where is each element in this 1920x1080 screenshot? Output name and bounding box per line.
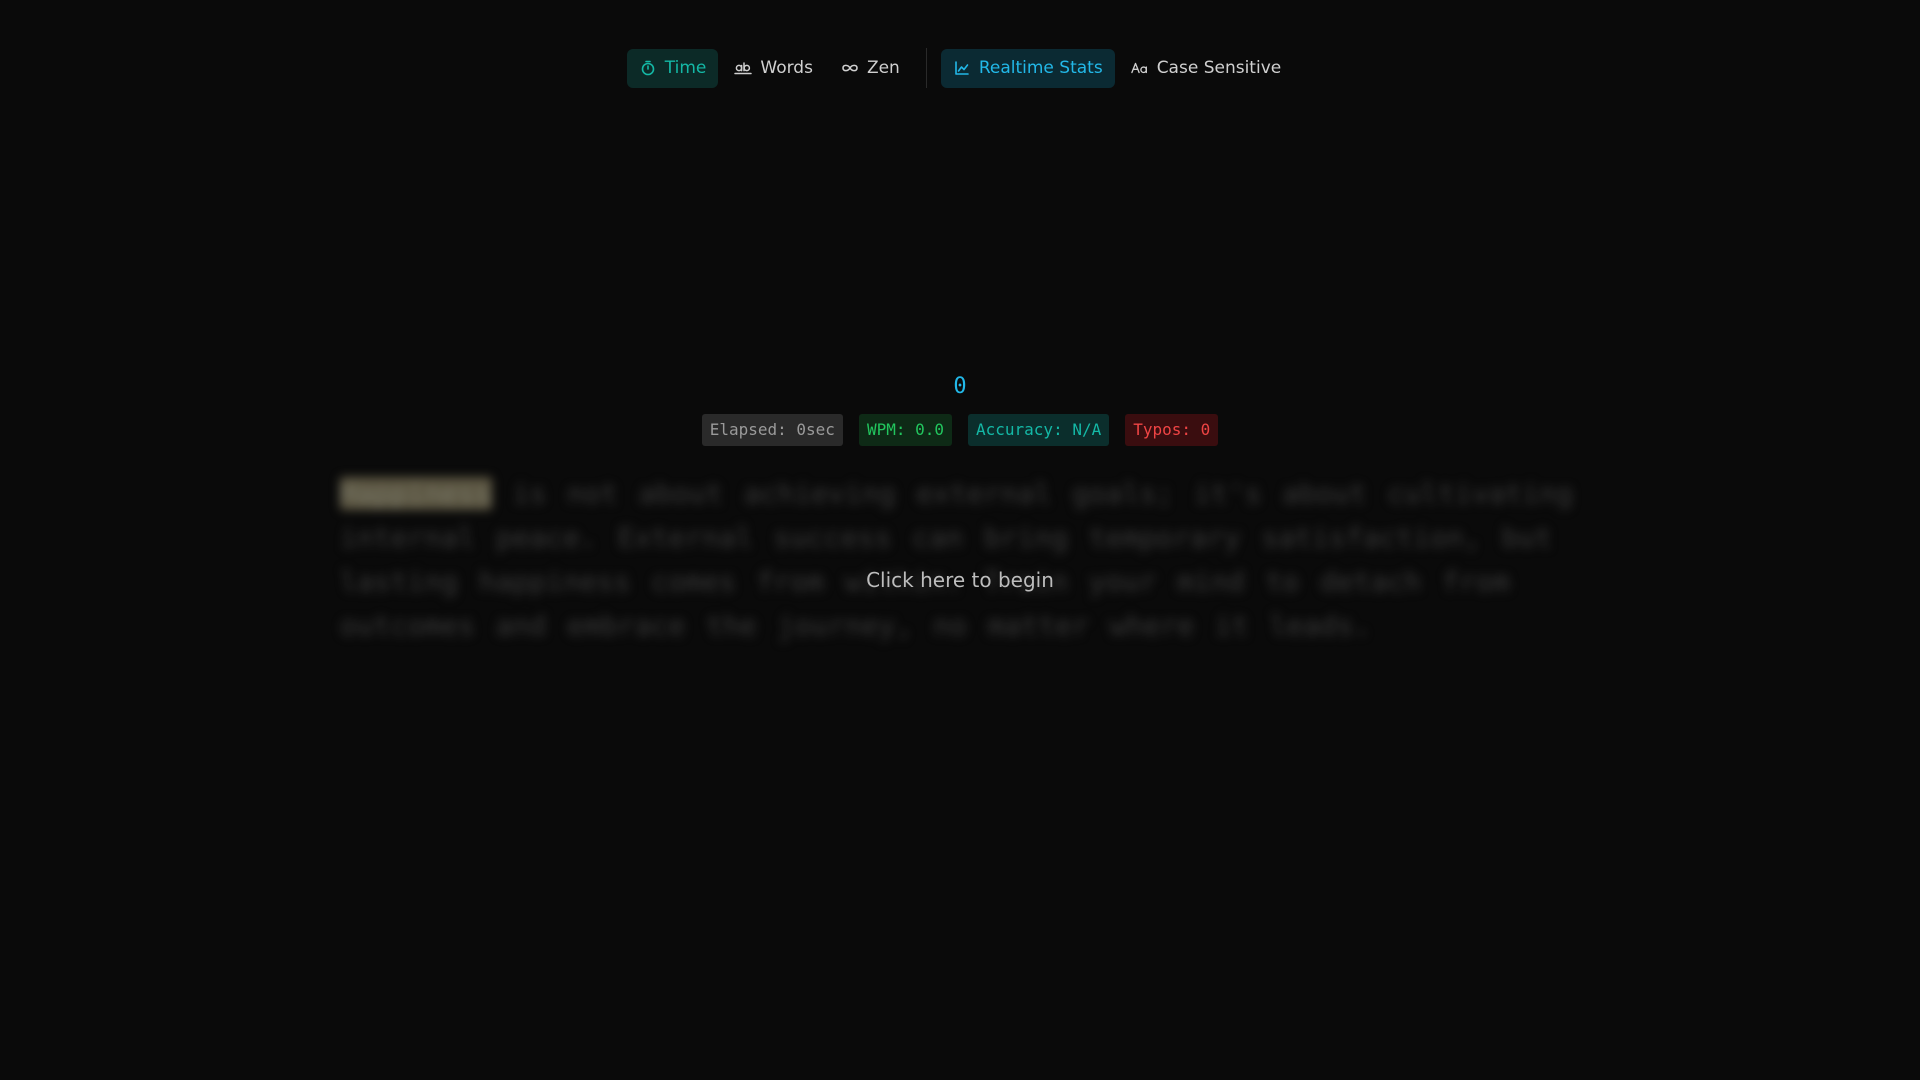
click-to-begin-prompt[interactable]: Click here to begin bbox=[290, 568, 1630, 592]
chart-icon bbox=[953, 59, 971, 77]
accuracy-stat: Accuracy: N/A bbox=[968, 414, 1110, 446]
mode-zen-button[interactable]: Zen bbox=[829, 49, 912, 88]
mode-words-button[interactable]: Words bbox=[722, 49, 825, 88]
mode-toolbar: Time Words Zen Realtime Stats Case Sensi… bbox=[0, 48, 1920, 88]
stopwatch-icon bbox=[639, 59, 657, 77]
current-word: Happiness bbox=[340, 477, 492, 510]
wpm-stat: WPM: 0.0 bbox=[858, 414, 952, 446]
case-sensitive-label: Case Sensitive bbox=[1156, 58, 1282, 78]
mode-time-button[interactable]: Time bbox=[626, 48, 719, 88]
typos-stat: Typos: 0 bbox=[1125, 414, 1219, 446]
case-sensitive-toggle[interactable]: Case Sensitive bbox=[1119, 49, 1294, 88]
typing-area[interactable]: Happiness is not about achieving externa… bbox=[290, 460, 1630, 700]
elapsed-stat: Elapsed: 0sec bbox=[701, 414, 843, 446]
typing-passage: Happiness is not about achieving externa… bbox=[340, 472, 1580, 648]
case-icon bbox=[1130, 59, 1149, 77]
passage-rest: is not about achieving external goals; i… bbox=[340, 477, 1573, 642]
countdown-timer: 0 bbox=[953, 374, 967, 399]
realtime-stats-label: Realtime Stats bbox=[978, 58, 1103, 78]
mode-words-label: Words bbox=[760, 58, 813, 78]
toolbar-divider bbox=[925, 48, 927, 88]
mode-zen-label: Zen bbox=[866, 58, 900, 78]
realtime-stats-bar: Elapsed: 0sec WPM: 0.0 Accuracy: N/A Typ… bbox=[0, 414, 1920, 446]
infinity-icon bbox=[841, 59, 859, 77]
ab-icon bbox=[734, 59, 753, 77]
mode-time-label: Time bbox=[664, 58, 707, 78]
realtime-stats-toggle[interactable]: Realtime Stats bbox=[940, 48, 1115, 88]
